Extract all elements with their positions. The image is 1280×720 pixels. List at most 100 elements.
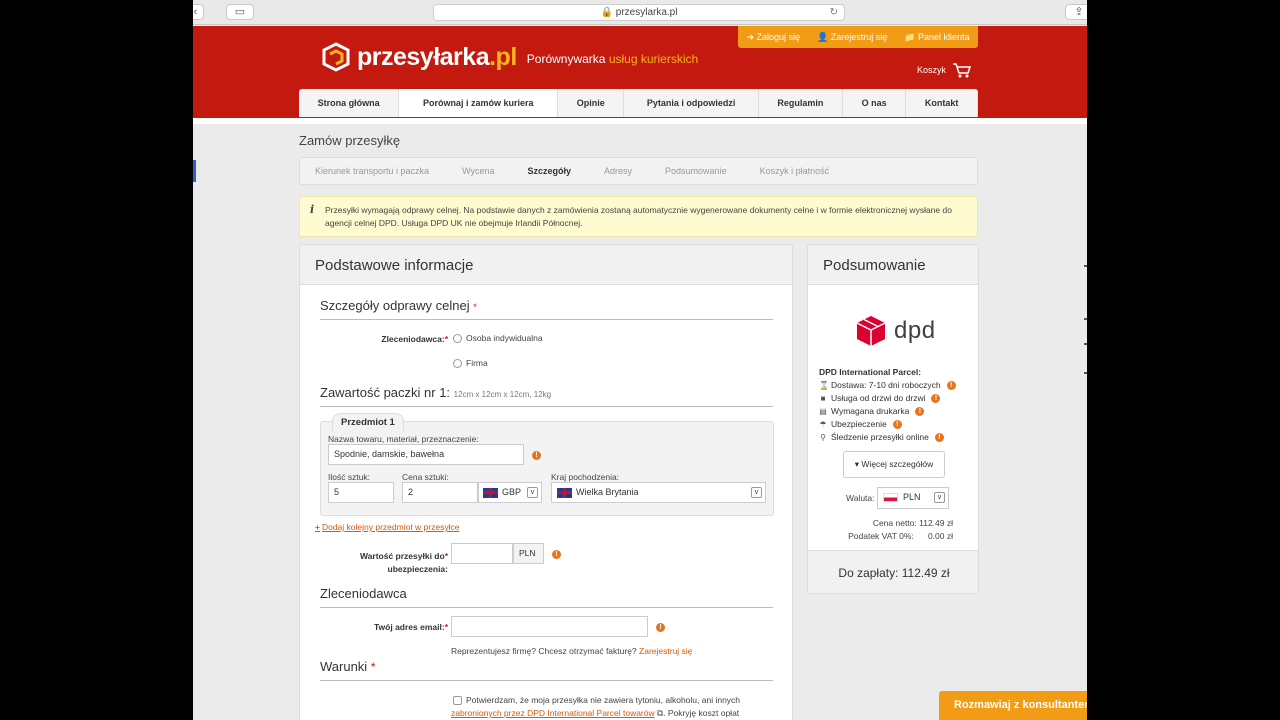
edge-mark [1084,372,1087,374]
reload-icon[interactable]: ↻ [830,5,838,20]
divider [320,406,773,407]
sidebar-toggle-icon[interactable]: ▭ [226,4,254,20]
currency-select[interactable]: GBP v [478,482,542,503]
info-icon[interactable]: ! [656,623,665,632]
step-cart-payment: Koszyk i płatność [759,166,830,176]
uk-flag-icon [557,487,572,498]
printer-icon: ▤ [819,406,827,416]
radio-individual[interactable]: Osoba indywidualna [453,333,543,343]
header-divider [193,118,1087,124]
prohibited-goods-link[interactable]: zabronionych przez DPD International Par… [451,708,655,718]
edge-mark [1084,343,1087,345]
logo-box-icon [322,42,350,72]
feature-delivery: ⌛ Dostawa: 7-10 dni roboczych! [819,380,956,390]
info-icon[interactable]: ! [931,393,941,403]
nav-contact[interactable]: Kontakt [906,89,978,117]
chevron-down-icon: v [934,492,945,503]
divider [320,607,773,608]
plus-icon: + [315,522,320,532]
info-icon: i [310,203,315,216]
add-item-link[interactable]: + Dodaj kolejny przedmiot w przesyłce [315,522,459,532]
info-icon[interactable]: ! [915,406,925,416]
step-addresses: Adresy [604,166,633,176]
divider [320,680,773,681]
cart-label: Koszyk [917,65,947,75]
radio-circle[interactable] [453,333,462,343]
dpd-cube-icon [856,316,886,346]
feature-tracking: ⚲ Śledzenie przesyłki online! [819,432,944,442]
service-name: DPD International Parcel: [819,367,922,377]
summary-panel: Podsumowanie dpd DPD International Parce… [807,244,979,594]
net-price: Cena netto: 112.49 zł [872,518,953,528]
requester-label: Zleceniodawca:* [381,334,448,344]
nav-about[interactable]: O nas [843,89,907,117]
main-nav: Strona główna Porównaj i zamów kuriera O… [299,89,978,117]
uk-flag-icon [483,487,498,498]
step-details: Szczegóły [527,166,572,176]
page-title: Zamów przesyłkę [299,133,401,148]
email-label: Twój adres email:* [373,622,448,632]
nav-compare-order[interactable]: Porównaj i zamów kuriera [399,89,559,117]
feature-printer: ▤ Wymagana drukarka! [819,406,925,416]
terms-text: Potwierdzam, że moja przesyłka nie zawie… [466,695,741,705]
info-icon[interactable]: ! [892,419,902,429]
nav-reviews[interactable]: Opinie [558,89,625,117]
nav-home[interactable]: Strona główna [299,89,400,117]
site-logo[interactable]: przesyłarka.pl Porównywarka usług kurier… [321,42,698,72]
edge-mark [1084,318,1087,320]
insurance-value-input[interactable] [451,543,513,564]
info-icon[interactable]: ! [552,550,561,559]
order-steps: Kierunek transportu i paczka Wycena Szcz… [299,157,978,185]
nav-terms[interactable]: Regulamin [759,89,843,117]
basic-info-panel: Podstawowe informacje Szczegóły odprawy … [299,244,793,720]
more-details-button[interactable]: ▾ Więcej szczegółów [843,451,945,478]
dpd-logo: dpd [856,315,936,347]
register-link[interactable]: 👤 Zarejestruj się [817,32,887,43]
cart-link[interactable]: Koszyk [917,62,972,78]
currency-label: Waluta: [846,493,875,503]
price-label: Cena sztuki: [402,472,449,482]
chevron-down-icon: v [751,487,762,498]
feature-door-to-door: ■ Usługa od drzwi do drzwi! [819,393,941,403]
step-quote[interactable]: Wycena [462,166,494,176]
info-icon[interactable]: ! [532,451,541,460]
insurance-label: Wartość przesyłki do* ubezpieczenia: [359,551,448,574]
radio-circle[interactable] [453,358,462,368]
email-field[interactable] [451,616,648,637]
item-tab: Przedmiot 1 [332,413,404,431]
logo-text: przesyłarka.pl [357,42,517,71]
window-edge [193,160,196,182]
info-icon[interactable]: ! [946,380,956,390]
truck-icon: ■ [820,393,826,403]
tagline: Porównywarka usług kurierskich [526,52,699,66]
address-bar[interactable]: 🔒 przesylarka.pl ↻ [433,4,845,21]
client-panel-link[interactable]: 📁 Panel klienta [904,32,969,43]
info-icon[interactable]: ! [934,432,944,442]
summary-title: Podsumowanie [808,245,978,285]
pl-flag-icon [883,493,898,503]
share-icon[interactable]: ⇪ [1065,4,1087,20]
currency-select[interactable]: PLN v [877,487,949,509]
chat-with-consultant-button[interactable]: Rozmawiaj z konsultantem [939,691,1087,720]
origin-country-select[interactable]: Wielka Brytania v [551,482,766,503]
umbrella-icon: ☂ [819,419,827,429]
divider [320,319,773,320]
qty-label: Ilość sztuk: [328,472,371,482]
hourglass-icon: ⌛ [819,380,829,390]
quantity-input[interactable]: 5 [328,482,394,503]
browser-toolbar: ‹ ▭ 🔒 przesylarka.pl ↻ ⇪ [193,0,1087,25]
site-header: przesyłarka.pl Porównywarka usług kurier… [193,26,1087,118]
search-icon: ⚲ [820,432,826,442]
back-button[interactable]: ‹ [193,4,204,20]
item-description-input[interactable]: Spodnie, damskie, bawełna [328,444,524,465]
step-direction[interactable]: Kierunek transportu i paczka [315,166,429,176]
notice-text: Przesyłki wymagają odprawy celnej. Na po… [325,205,952,228]
nav-faq[interactable]: Pytania i odpowiedzi [624,89,759,117]
register-company-link[interactable]: Zarejestruj się [639,646,692,656]
terms-checkbox[interactable] [453,696,462,705]
feature-insurance: ☂ Ubezpieczenie! [819,419,902,429]
company-question: Reprezentujesz firmę? Chcesz otrzymać fa… [451,646,693,656]
radio-company[interactable]: Firma [453,358,488,368]
unit-price-input[interactable]: 2 [402,482,478,503]
login-link[interactable]: ➜ Zaloguj się [746,32,800,43]
